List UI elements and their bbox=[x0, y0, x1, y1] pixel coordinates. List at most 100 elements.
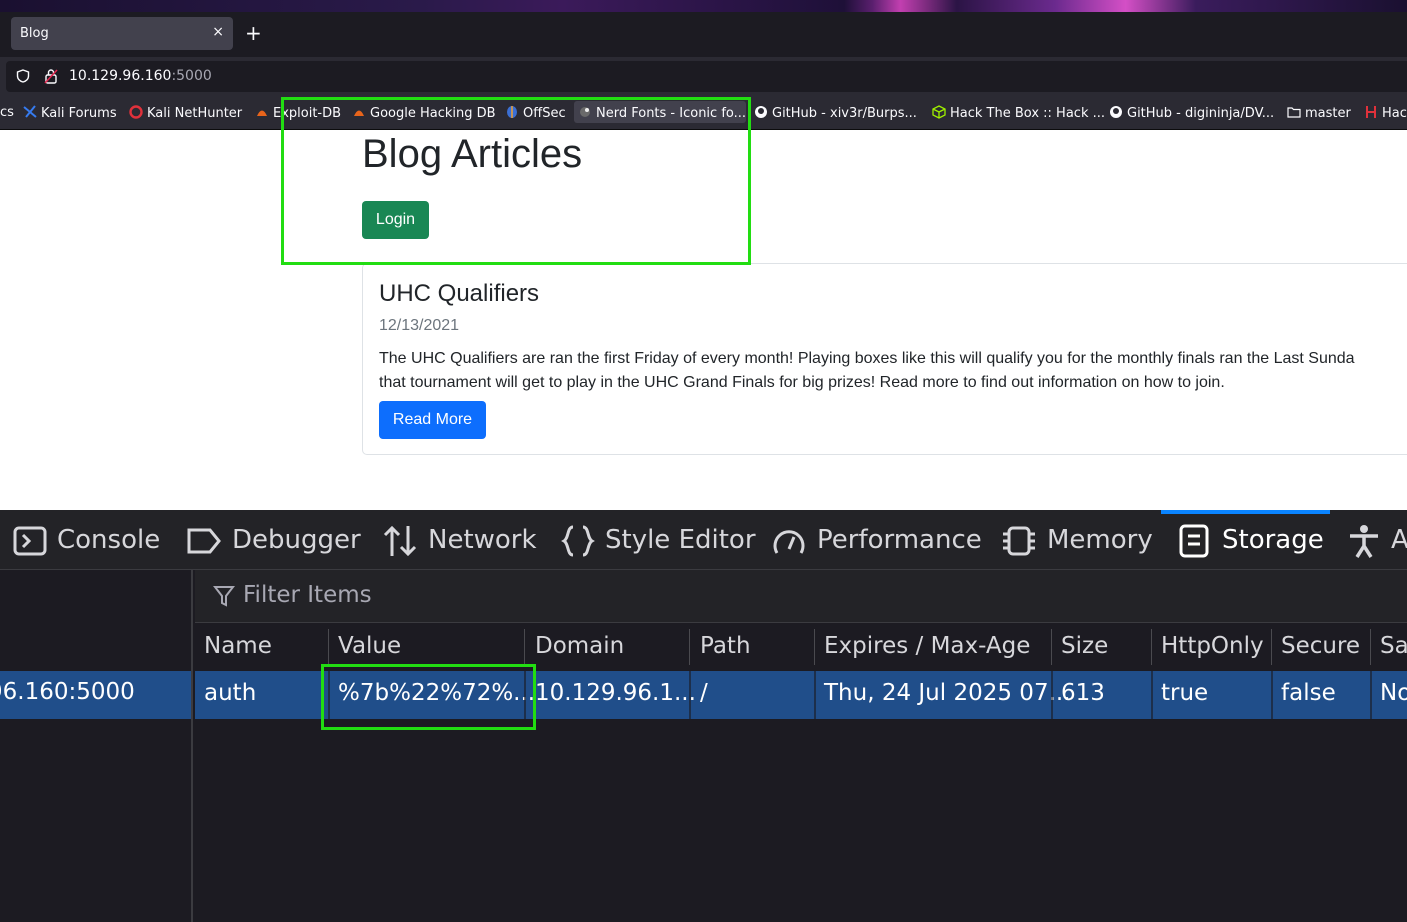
bookmark-hack-the-box[interactable]: Hack The Box :: Hack ... bbox=[932, 105, 1105, 121]
tab-title: Blog bbox=[20, 26, 49, 41]
browser-tab-bar: Blog × + bbox=[0, 12, 1407, 57]
shield-icon[interactable] bbox=[16, 69, 30, 83]
folder-icon bbox=[1287, 107, 1301, 118]
bookmark-offsec[interactable]: OffSec bbox=[505, 105, 566, 121]
cookie-expires[interactable]: Thu, 24 Jul 2025 07... bbox=[824, 680, 1071, 706]
column-samesite[interactable]: Sa bbox=[1380, 633, 1407, 659]
login-button[interactable]: Login bbox=[362, 201, 429, 239]
hacktricks-icon bbox=[1366, 106, 1376, 118]
column-path[interactable]: Path bbox=[700, 633, 751, 659]
close-tab-icon[interactable]: × bbox=[212, 24, 224, 40]
page-title: Blog Articles bbox=[362, 132, 583, 176]
url-bar[interactable]: 10.129.96.160:5000 bbox=[6, 61, 1407, 92]
cell-divider bbox=[1051, 671, 1053, 719]
filter-input[interactable]: Filter Items bbox=[243, 582, 372, 608]
cookie-value[interactable]: %7b%22%72%... bbox=[338, 680, 535, 706]
cookie-httponly[interactable]: true bbox=[1161, 680, 1208, 706]
cell-divider bbox=[1271, 671, 1273, 719]
cookie-domain[interactable]: 10.129.96.1... bbox=[535, 680, 696, 706]
column-name[interactable]: Name bbox=[204, 633, 272, 659]
tab-accessibility[interactable]: A bbox=[1347, 522, 1407, 558]
column-divider[interactable] bbox=[814, 629, 815, 665]
column-secure[interactable]: Secure bbox=[1281, 633, 1360, 659]
column-divider[interactable] bbox=[1151, 629, 1152, 665]
tab-blog[interactable]: Blog × bbox=[11, 17, 233, 50]
filter-bar[interactable]: Filter Items bbox=[195, 570, 1407, 623]
new-tab-button[interactable]: + bbox=[245, 21, 262, 45]
cell-divider bbox=[1370, 671, 1372, 719]
tab-storage[interactable]: Storage bbox=[1178, 522, 1324, 558]
sidebar-host-label: 96.160:5000 bbox=[0, 679, 135, 705]
cell-divider bbox=[689, 671, 691, 719]
url-text[interactable]: 10.129.96.160:5000 bbox=[69, 68, 212, 84]
bookmark-nerd-fonts[interactable]: Nerd Fonts - Iconic fo... bbox=[574, 101, 746, 123]
cookie-samesite[interactable]: No bbox=[1380, 680, 1407, 706]
cookie-size[interactable]: 613 bbox=[1061, 680, 1105, 706]
bookmark-master-folder[interactable]: master bbox=[1287, 105, 1351, 121]
read-more-button[interactable]: Read More bbox=[379, 401, 486, 439]
bookmark-kali-forums[interactable]: Kali Forums bbox=[23, 105, 117, 121]
tab-performance[interactable]: Performance bbox=[771, 522, 982, 558]
column-divider[interactable] bbox=[524, 629, 525, 665]
cookie-path[interactable]: / bbox=[700, 680, 708, 706]
tab-style-editor[interactable]: Style Editor bbox=[561, 522, 756, 558]
article-card: UHC Qualifiers 12/13/2021 The UHC Qualif… bbox=[362, 263, 1407, 455]
debugger-icon bbox=[187, 528, 221, 553]
cookie-secure[interactable]: false bbox=[1281, 680, 1336, 706]
column-expires[interactable]: Expires / Max-Age bbox=[824, 633, 1030, 659]
web-page: Blog Articles Login UHC Qualifiers 12/13… bbox=[0, 130, 1407, 510]
devtools-tab-bar: Console Debugger Network Style Editor Pe… bbox=[0, 510, 1407, 570]
nethunter-icon bbox=[129, 105, 143, 119]
console-icon bbox=[13, 526, 47, 555]
gauge-icon bbox=[773, 529, 805, 554]
navigation-bar: 10.129.96.160:5000 bbox=[0, 57, 1407, 96]
github-icon bbox=[1110, 106, 1122, 118]
table-row[interactable]: auth %7b%22%72%... 10.129.96.1... / Thu,… bbox=[195, 671, 1407, 719]
article-date: 12/13/2021 bbox=[379, 317, 460, 334]
bookmark-github-burpsuite[interactable]: GitHub - xiv3r/Burps... bbox=[754, 105, 917, 121]
active-tab-indicator bbox=[1161, 510, 1330, 514]
tab-debugger[interactable]: Debugger bbox=[186, 522, 361, 558]
column-httponly[interactable]: HttpOnly bbox=[1161, 633, 1264, 659]
tab-memory[interactable]: Memory bbox=[1001, 522, 1153, 558]
table-header: Name Value Domain Path Expires / Max-Age… bbox=[195, 623, 1407, 672]
cookie-name[interactable]: auth bbox=[204, 680, 256, 706]
bookmark-google-hacking-db[interactable]: Google Hacking DB bbox=[352, 105, 496, 121]
cell-divider bbox=[524, 671, 526, 719]
network-arrows-icon bbox=[383, 525, 417, 556]
cell-divider bbox=[814, 671, 816, 719]
storage-icon bbox=[1179, 524, 1209, 557]
filter-icon bbox=[213, 586, 235, 607]
cell-divider bbox=[328, 671, 330, 719]
column-divider[interactable] bbox=[1271, 629, 1272, 665]
tab-network[interactable]: Network bbox=[382, 522, 537, 558]
insecure-lock-icon[interactable] bbox=[44, 68, 58, 84]
bookmark-exploit-db[interactable]: Exploit-DB bbox=[255, 105, 341, 121]
sidebar-item-host[interactable]: 96.160:5000 bbox=[0, 671, 191, 719]
article-summary: The UHC Qualifiers are ran the first Fri… bbox=[379, 350, 1355, 391]
nerdfonts-icon bbox=[580, 107, 590, 117]
bookmark-github-dvwa[interactable]: GitHub - digininja/DV... bbox=[1109, 105, 1274, 121]
column-divider[interactable] bbox=[328, 629, 329, 665]
column-divider[interactable] bbox=[1370, 629, 1371, 665]
tab-console[interactable]: Console bbox=[13, 522, 160, 558]
storage-sidebar: 96.160:5000 bbox=[0, 570, 193, 922]
cell-divider bbox=[1151, 671, 1153, 719]
braces-icon bbox=[561, 525, 595, 556]
column-domain[interactable]: Domain bbox=[535, 633, 624, 659]
article-title: UHC Qualifiers bbox=[379, 280, 540, 307]
accessibility-icon bbox=[1350, 524, 1378, 558]
column-divider[interactable] bbox=[1051, 629, 1052, 665]
github-icon bbox=[755, 106, 767, 118]
column-value[interactable]: Value bbox=[338, 633, 401, 659]
cookie-table-panel: Filter Items Name Value Domain Path Expi… bbox=[195, 570, 1407, 922]
bookmarks-toolbar: cs Kali Forums Kali NetHunter Exploit-DB… bbox=[0, 96, 1407, 130]
column-divider[interactable] bbox=[689, 629, 690, 665]
ghdb-icon bbox=[354, 110, 364, 116]
bookmark-partial[interactable]: cs bbox=[0, 105, 14, 120]
htb-cube-icon bbox=[932, 105, 946, 119]
bookmark-hacktricks[interactable]: Hac bbox=[1364, 105, 1407, 121]
column-size[interactable]: Size bbox=[1061, 633, 1108, 659]
desktop-wallpaper bbox=[0, 0, 1407, 12]
bookmark-kali-nethunter[interactable]: Kali NetHunter bbox=[129, 105, 242, 121]
